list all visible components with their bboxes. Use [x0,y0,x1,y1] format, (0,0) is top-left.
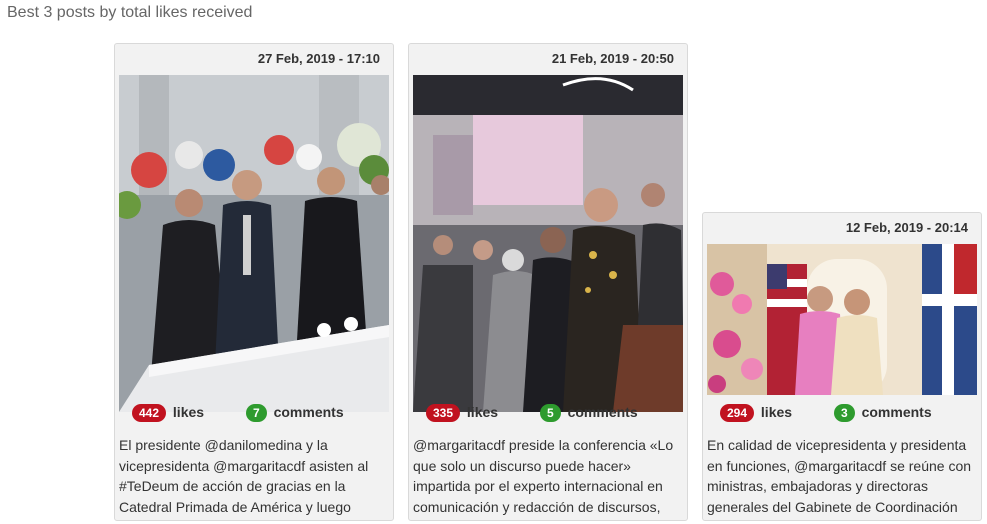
post-card[interactable]: 12 Feb, 2019 - 20:14 294 likes 3 comment… [702,212,982,521]
likes-label: likes [466,404,499,420]
comments-count-badge: 7 [246,404,267,422]
post-card[interactable]: 27 Feb, 2019 - 17:10 442 likes 7 comment… [114,43,394,521]
post-stats: 294 likes 3 comments [703,404,981,424]
likes-count-badge: 335 [426,404,461,422]
post-caption: @margaritacdf preside la conferencia «Lo… [413,437,674,515]
comments-label: comments [273,404,344,420]
comments-label: comments [567,404,638,420]
post-date: 12 Feb, 2019 - 20:14 [845,220,968,235]
post-date: 27 Feb, 2019 - 17:10 [257,51,380,66]
likes-label: likes [172,404,205,420]
section-title: Best 3 posts by total likes received [7,4,253,21]
likes-count-badge: 442 [132,404,167,422]
comments-label: comments [861,404,932,420]
likes-label: likes [760,404,793,420]
comments-count-badge: 3 [834,404,855,422]
post-stats: 442 likes 7 comments [115,404,393,424]
post-photo[interactable] [119,75,389,412]
likes-count-badge: 294 [720,404,755,422]
post-photo[interactable] [707,244,977,395]
post-caption: El presidente @danilomedina y la vicepre… [119,437,369,515]
post-photo[interactable] [413,75,683,412]
post-date: 21 Feb, 2019 - 20:50 [551,51,674,66]
post-card[interactable]: 21 Feb, 2019 - 20:50 335 likes 5 comment… [408,43,688,521]
post-stats: 335 likes 5 comments [409,404,687,424]
comments-count-badge: 5 [540,404,561,422]
post-caption: En calidad de vicepresidenta y president… [707,437,972,515]
